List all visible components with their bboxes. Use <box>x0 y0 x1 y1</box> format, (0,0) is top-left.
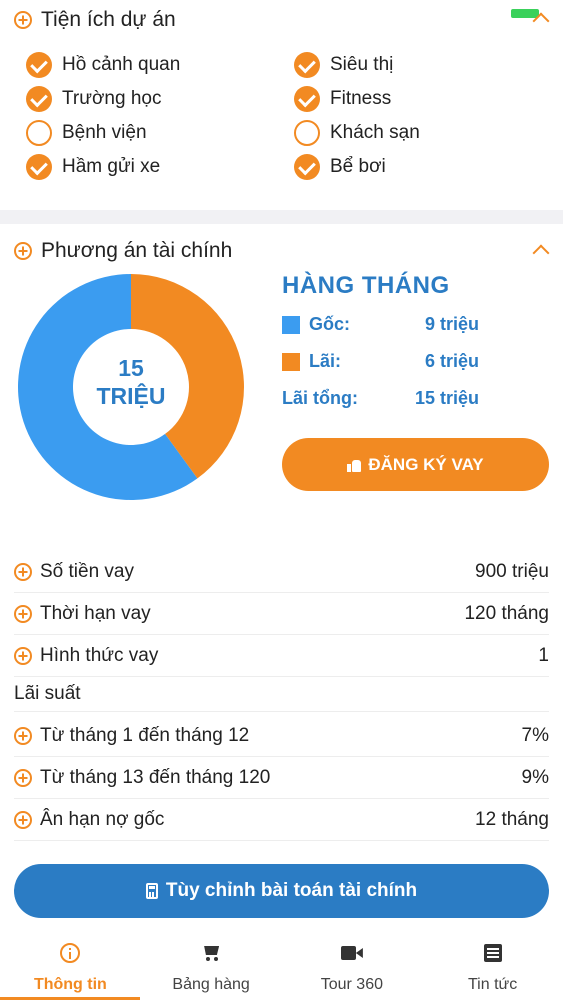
tab-inventory[interactable]: Bảng hàng <box>141 932 282 1000</box>
checkbox-icon[interactable] <box>294 154 320 180</box>
plus-circle-icon <box>14 810 32 829</box>
video-icon <box>340 942 363 964</box>
interest-swatch <box>282 352 300 371</box>
thumbs-up-icon <box>347 458 362 472</box>
rate1-label: Từ tháng 1 đến tháng 12 <box>40 724 250 746</box>
info-row-loan-term[interactable]: Thời hạn vay 120 tháng <box>14 593 549 635</box>
interest-label: Lãi: <box>309 351 342 371</box>
amenities-header[interactable]: Tiện ích dự án <box>14 8 176 32</box>
interest-value: 6 triệu <box>425 351 480 371</box>
checkbox-icon[interactable] <box>294 120 320 146</box>
plus-circle-icon <box>14 646 32 665</box>
legend-interest: Lãi: 6 triệu <box>282 351 545 372</box>
tab-inventory-label: Bảng hàng <box>172 976 250 993</box>
tab-news-label: Tin tức <box>468 976 518 993</box>
amenities-title: Tiện ích dự án <box>41 8 176 31</box>
total-label: Lãi tổng: <box>282 388 358 408</box>
rate1-value: 7% <box>521 724 549 746</box>
checkbox-icon[interactable] <box>26 86 52 112</box>
grace-value: 12 tháng <box>475 808 549 830</box>
battery-icon <box>511 9 539 18</box>
calculator-icon <box>145 883 158 899</box>
info-row-rate-2[interactable]: Từ tháng 13 đến tháng 120 9% <box>14 757 549 799</box>
checkbox-icon[interactable] <box>294 86 320 112</box>
checkbox-icon[interactable] <box>26 154 52 180</box>
list-icon <box>483 942 502 964</box>
donut-center-label: 15 TRIỆU <box>60 354 202 410</box>
interest-rate-heading-row: Lãi suất <box>14 676 549 712</box>
tab-tour-label: Tour 360 <box>320 976 383 993</box>
checkbox-icon[interactable] <box>26 52 52 78</box>
interest-rate-heading: Lãi suất <box>14 682 81 704</box>
total-value: 15 triệu <box>415 388 480 408</box>
plus-circle-icon <box>14 726 32 745</box>
info-row-rate-1[interactable]: Từ tháng 1 đến tháng 12 7% <box>14 715 549 757</box>
amenities-list: Hồ cảnh quan Siêu thị Trường học Fitness… <box>26 52 546 180</box>
amenity-item[interactable]: Trường học <box>26 86 294 112</box>
checkbox-icon[interactable] <box>26 120 52 146</box>
amenity-item[interactable]: Bệnh viện <box>26 120 294 146</box>
amenity-item[interactable]: Fitness <box>294 86 546 112</box>
amenity-label: Bể bơi <box>330 156 386 177</box>
amenity-item[interactable]: Hầm gửi xe <box>26 154 294 180</box>
chevron-up-icon[interactable] <box>532 244 550 262</box>
loan-term-label: Thời hạn vay <box>40 602 151 624</box>
info-row-grace[interactable]: Ân hạn nợ gốc 12 tháng <box>14 799 549 841</box>
plus-circle-icon <box>14 562 32 581</box>
principal-label: Gốc: <box>309 314 351 334</box>
bottom-nav: Thông tin Bảng hàng Tour 360 Tin tức <box>0 932 563 1000</box>
legend-principal: Gốc: 9 triệu <box>282 314 545 335</box>
plus-circle-icon <box>14 11 32 29</box>
finance-title: Phương án tài chính <box>41 239 233 262</box>
plus-circle-icon <box>14 768 32 787</box>
plus-circle-icon <box>14 242 32 260</box>
amenities-section: Tiện ích dự án Hồ cảnh quan Siêu thị Trư… <box>0 0 563 210</box>
section-divider <box>0 210 563 224</box>
plus-circle-icon <box>14 604 32 623</box>
loan-type-label: Hình thức vay <box>40 644 159 666</box>
loan-amount-value: 900 triệu <box>475 560 549 582</box>
legend-total: Lãi tổng: 15 triệu <box>282 388 535 409</box>
loan-term-value: 120 tháng <box>464 602 549 624</box>
customize-finance-button[interactable]: Tùy chỉnh bài toán tài chính <box>14 864 549 918</box>
donut-center-unit: TRIỆU <box>96 383 166 409</box>
info-row-loan-amount[interactable]: Số tiền vay 900 triệu <box>14 551 549 593</box>
tab-info-label: Thông tin <box>33 976 107 993</box>
amenity-item[interactable]: Siêu thị <box>294 52 546 78</box>
finance-header[interactable]: Phương án tài chính <box>14 239 232 263</box>
loan-type-value: 1 <box>538 644 549 666</box>
amenity-label: Hồ cảnh quan <box>62 54 181 75</box>
cart-icon <box>201 942 221 964</box>
principal-swatch <box>282 315 300 334</box>
amenity-label: Bệnh viện <box>62 122 147 143</box>
amenity-item[interactable]: Bể bơi <box>294 154 546 180</box>
checkbox-icon[interactable] <box>294 52 320 78</box>
amenity-item[interactable]: Khách sạn <box>294 120 546 146</box>
amenity-item[interactable]: Hồ cảnh quan <box>26 52 294 78</box>
tab-info[interactable]: Thông tin <box>0 932 141 1000</box>
info-icon <box>60 942 81 964</box>
amenity-label: Fitness <box>330 88 392 109</box>
amenity-label: Hầm gửi xe <box>62 156 161 177</box>
donut-center-amount: 15 <box>118 355 144 381</box>
monthly-title: HÀNG THÁNG <box>282 272 450 299</box>
customize-finance-label: Tùy chỉnh bài toán tài chính <box>165 880 418 901</box>
info-row-loan-type[interactable]: Hình thức vay 1 <box>14 635 549 677</box>
amenity-label: Siêu thị <box>330 54 394 75</box>
amenity-label: Khách sạn <box>330 122 420 143</box>
register-loan-button[interactable]: ĐĂNG KÝ VAY <box>282 438 549 491</box>
grace-label: Ân hạn nợ gốc <box>40 808 165 830</box>
rate2-label: Từ tháng 13 đến tháng 120 <box>40 766 271 788</box>
loan-amount-label: Số tiền vay <box>40 560 134 582</box>
amenity-label: Trường học <box>62 88 162 109</box>
tab-tour[interactable]: Tour 360 <box>282 932 423 1000</box>
tab-news[interactable]: Tin tức <box>422 932 563 1000</box>
rate2-value: 9% <box>521 766 549 788</box>
principal-value: 9 triệu <box>425 314 480 334</box>
register-loan-label: ĐĂNG KÝ VAY <box>368 454 484 474</box>
